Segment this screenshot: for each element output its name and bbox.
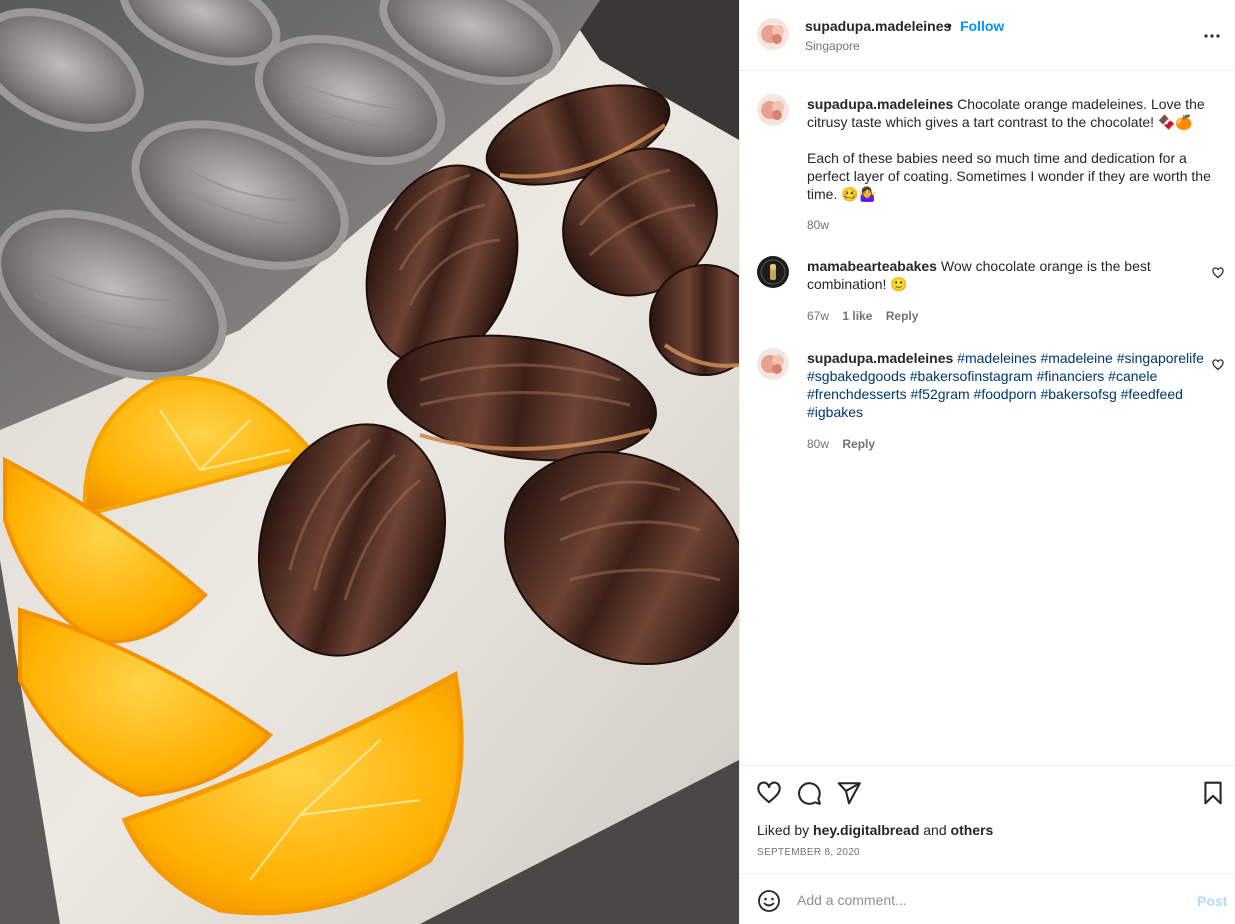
commenter-avatar[interactable] xyxy=(757,256,789,288)
like-comment-heart-icon[interactable] xyxy=(1212,358,1226,372)
author-avatar[interactable] xyxy=(757,18,789,50)
liked-by: Liked by hey.digitalbread and others xyxy=(757,822,993,838)
comment-meta: 67w 1 like Reply xyxy=(807,309,928,323)
post-actions: Liked by hey.digitalbread and others SEP… xyxy=(740,765,1235,873)
author-username[interactable]: supadupa.madeleines xyxy=(805,18,951,34)
avatar-image xyxy=(757,348,789,380)
comments-section[interactable]: supadupa.madeleines Chocolate orange mad… xyxy=(740,71,1235,765)
reply-button[interactable]: Reply xyxy=(842,437,875,451)
more-options-icon[interactable] xyxy=(1200,24,1224,48)
avatar-image xyxy=(757,18,789,50)
liked-by-user[interactable]: hey.digitalbread xyxy=(813,822,919,838)
caption-time[interactable]: 80w xyxy=(807,218,829,232)
comment-time[interactable]: 80w xyxy=(807,437,829,451)
post-header: supadupa.madeleines • Follow Singapore xyxy=(740,0,1235,71)
madeleines-photo-illustration xyxy=(0,0,739,924)
post-details-panel: supadupa.madeleines • Follow Singapore s… xyxy=(739,0,1235,924)
liked-by-prefix: Liked by xyxy=(757,822,810,838)
post-photo xyxy=(0,0,739,924)
caption-body: supadupa.madeleines Chocolate orange mad… xyxy=(807,95,1214,203)
comment-icon[interactable] xyxy=(796,780,822,806)
comment-body: mamabearteabakes Wow chocolate orange is… xyxy=(807,257,1214,293)
caption-author-avatar[interactable] xyxy=(757,94,789,126)
reply-button[interactable]: Reply xyxy=(886,309,919,323)
post-comment-button[interactable]: Post xyxy=(1197,893,1227,909)
avatar-image xyxy=(757,94,789,126)
like-comment-heart-icon[interactable] xyxy=(1212,266,1226,280)
add-comment-bar: Post xyxy=(740,873,1235,924)
emoji-icon[interactable] xyxy=(757,889,781,913)
post-location[interactable]: Singapore xyxy=(805,39,860,53)
liked-by-others[interactable]: others xyxy=(951,822,994,838)
comment-meta: 80w Reply xyxy=(807,437,885,451)
bookmark-icon[interactable] xyxy=(1200,780,1226,806)
paper-plane-icon[interactable] xyxy=(836,780,862,806)
heart-icon[interactable] xyxy=(756,780,782,806)
liked-by-joiner: and xyxy=(923,822,947,838)
comment-likes[interactable]: 1 like xyxy=(842,309,872,323)
comment-username[interactable]: supadupa.madeleines xyxy=(807,350,953,366)
avatar-image xyxy=(757,256,789,288)
caption-meta: 80w xyxy=(807,218,839,232)
comment-input[interactable] xyxy=(797,887,1177,913)
commenter-avatar[interactable] xyxy=(757,348,789,380)
post-date[interactable]: SEPTEMBER 8, 2020 xyxy=(757,847,860,858)
follow-button[interactable]: Follow xyxy=(960,18,1004,34)
separator-dot: • xyxy=(947,17,952,33)
comment-body: supadupa.madeleines #madeleines #madelei… xyxy=(807,349,1214,421)
caption-username[interactable]: supadupa.madeleines xyxy=(807,96,953,112)
comment-time[interactable]: 67w xyxy=(807,309,829,323)
comment-username[interactable]: mamabearteabakes xyxy=(807,258,937,274)
